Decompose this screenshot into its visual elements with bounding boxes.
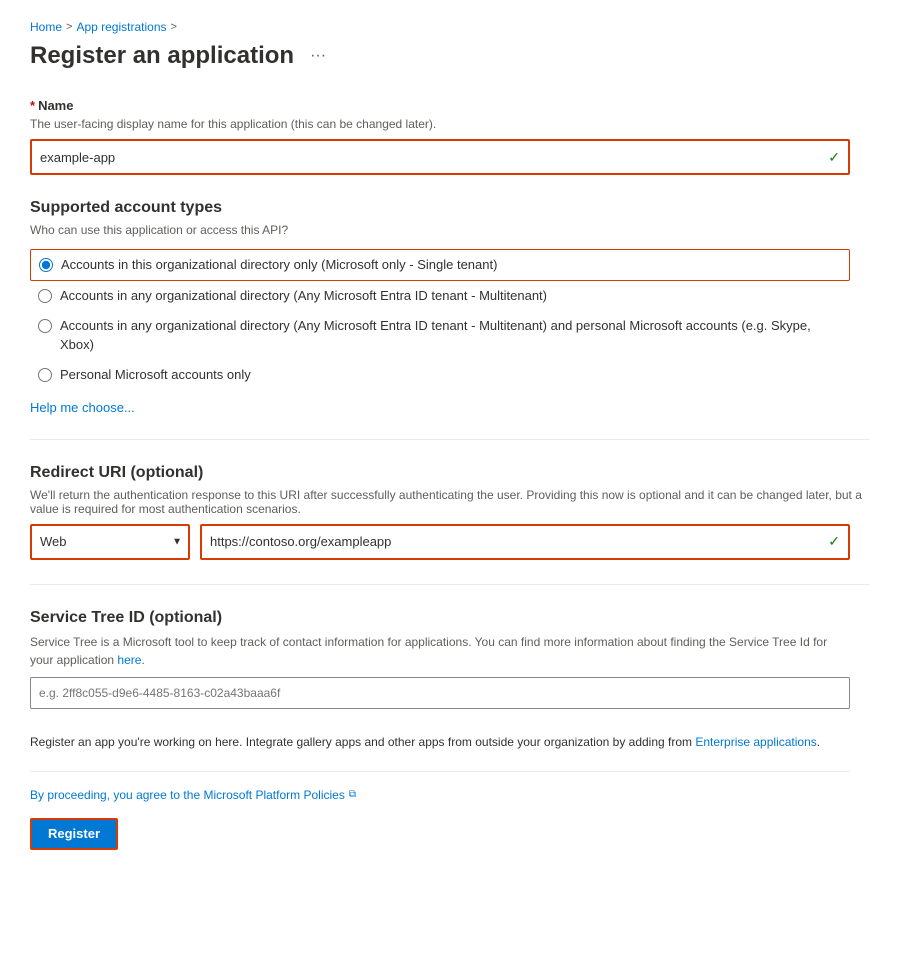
redirect-uri-section: Redirect URI (optional) We'll return the…	[30, 464, 870, 560]
redirect-uri-title: Redirect URI (optional)	[30, 464, 870, 482]
page-title: Register an application	[30, 42, 294, 70]
account-type-radio-3[interactable]	[38, 319, 52, 333]
enterprise-applications-link[interactable]: Enterprise applications	[695, 735, 816, 749]
account-type-option-4[interactable]: Personal Microsoft accounts only	[30, 360, 850, 390]
external-link-icon: ⧉	[349, 789, 356, 800]
account-types-section: Supported account types Who can use this…	[30, 199, 870, 415]
redirect-uri-row: Web SPA Public client/native ▼ ✓	[30, 524, 850, 560]
bottom-note: Register an app you're working on here. …	[30, 733, 850, 751]
account-type-label-1: Accounts in this organizational director…	[61, 256, 497, 274]
platform-select-wrapper: Web SPA Public client/native ▼	[30, 524, 190, 560]
breadcrumb-sep2: >	[171, 21, 177, 33]
account-types-radio-group: Accounts in this organizational director…	[30, 249, 870, 390]
account-types-subtitle: Who can use this application or access t…	[30, 223, 870, 237]
name-check-icon: ✓	[828, 149, 848, 166]
name-label: *Name	[30, 98, 870, 113]
name-section: *Name The user-facing display name for t…	[30, 98, 870, 175]
account-type-label-3: Accounts in any organizational directory…	[60, 317, 842, 353]
breadcrumb-app-registrations[interactable]: App registrations	[76, 20, 166, 34]
service-tree-here-link[interactable]: here	[117, 653, 141, 667]
account-type-label-2: Accounts in any organizational directory…	[60, 287, 547, 305]
platform-select[interactable]: Web SPA Public client/native	[32, 526, 188, 558]
name-input-wrapper: ✓	[30, 139, 850, 175]
bottom-note-text2: .	[817, 735, 820, 749]
help-me-choose-link[interactable]: Help me choose...	[30, 400, 135, 415]
register-button[interactable]: Register	[30, 818, 118, 850]
service-tree-desc-text2: .	[141, 653, 144, 667]
account-type-label-4: Personal Microsoft accounts only	[60, 366, 251, 384]
divider-2	[30, 584, 870, 585]
service-tree-desc-text1: Service Tree is a Microsoft tool to keep…	[30, 635, 827, 667]
service-tree-title: Service Tree ID (optional)	[30, 609, 870, 627]
account-type-radio-4[interactable]	[38, 368, 52, 382]
account-type-radio-2[interactable]	[38, 289, 52, 303]
policy-link-text: By proceeding, you agree to the Microsof…	[30, 788, 345, 802]
account-type-option-1[interactable]: Accounts in this organizational director…	[30, 249, 850, 281]
uri-input-wrapper: ✓	[200, 524, 850, 560]
account-types-title: Supported account types	[30, 199, 870, 217]
redirect-uri-description: We'll return the authentication response…	[30, 488, 870, 516]
account-type-option-3[interactable]: Accounts in any organizational directory…	[30, 311, 850, 359]
divider-1	[30, 439, 870, 440]
breadcrumb-home[interactable]: Home	[30, 20, 62, 34]
redirect-uri-input[interactable]	[202, 526, 828, 558]
breadcrumb-sep1: >	[66, 21, 72, 33]
name-input[interactable]	[32, 141, 828, 173]
service-tree-description: Service Tree is a Microsoft tool to keep…	[30, 633, 850, 669]
account-type-option-2[interactable]: Accounts in any organizational directory…	[30, 281, 850, 311]
ellipsis-menu-button[interactable]: ···	[304, 45, 332, 67]
breadcrumb: Home > App registrations >	[30, 20, 870, 34]
name-description: The user-facing display name for this ap…	[30, 117, 870, 131]
page-title-row: Register an application ···	[30, 42, 870, 70]
footer-divider	[30, 771, 850, 772]
required-star: *	[30, 98, 35, 113]
service-tree-input[interactable]	[30, 677, 850, 709]
service-tree-section: Service Tree ID (optional) Service Tree …	[30, 609, 870, 709]
uri-check-icon: ✓	[828, 533, 848, 550]
account-type-radio-1[interactable]	[39, 258, 53, 272]
policy-link[interactable]: By proceeding, you agree to the Microsof…	[30, 788, 870, 802]
bottom-note-text1: Register an app you're working on here. …	[30, 735, 692, 749]
